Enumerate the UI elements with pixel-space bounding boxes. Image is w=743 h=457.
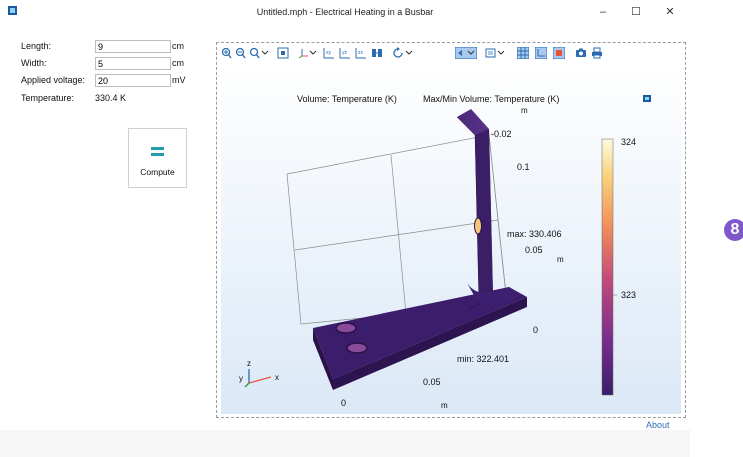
tick-right-1: 0.1 bbox=[517, 162, 530, 172]
temperature-label: Temperature: bbox=[21, 93, 75, 103]
scene-light-icon[interactable] bbox=[455, 47, 477, 59]
length-unit: cm bbox=[172, 41, 184, 51]
length-input[interactable] bbox=[95, 40, 171, 53]
colorbar-top-label: 324 bbox=[621, 137, 636, 147]
compute-button[interactable]: Compute bbox=[128, 128, 187, 188]
triad-x-label: x bbox=[275, 373, 279, 382]
length-label: Length: bbox=[21, 41, 52, 51]
plot-canvas: Volume: Temperature (K) Max/Min Volume: … bbox=[239, 94, 651, 410]
maximize-button[interactable]: ☐ bbox=[623, 3, 649, 21]
plot-title-unit: m bbox=[521, 106, 528, 115]
step-badge: 8 bbox=[724, 219, 743, 241]
view-xy-icon[interactable]: xy bbox=[323, 47, 335, 59]
plot-title-right: Max/Min Volume: Temperature (K) bbox=[423, 94, 559, 104]
temperature-value: 330.4 K bbox=[95, 93, 127, 103]
zoom-out-icon[interactable] bbox=[235, 47, 246, 59]
grid-icon[interactable] bbox=[517, 47, 529, 59]
colorbar bbox=[601, 138, 614, 396]
triad-y-label: y bbox=[239, 374, 243, 383]
zoom-box-icon[interactable] bbox=[249, 47, 269, 59]
rotate-icon[interactable] bbox=[393, 47, 413, 59]
about-link[interactable]: About bbox=[646, 420, 670, 430]
tick-right-2: 0.05 bbox=[525, 245, 543, 255]
svg-text:yz: yz bbox=[342, 50, 348, 56]
minimize-button[interactable]: – bbox=[590, 3, 616, 21]
svg-text:xy: xy bbox=[326, 50, 332, 56]
coordinate-triad: z y x bbox=[239, 359, 279, 388]
camera-icon[interactable] bbox=[575, 47, 587, 59]
close-button[interactable]: ✕ bbox=[657, 3, 683, 21]
status-strip bbox=[0, 430, 690, 457]
plot-area[interactable]: Volume: Temperature (K) Max/Min Volume: … bbox=[221, 65, 681, 414]
max-label: max: 330.406 bbox=[507, 229, 562, 239]
zoom-in-icon[interactable] bbox=[221, 47, 232, 59]
tick-bottom-1: 0 bbox=[341, 398, 346, 408]
voltage-unit: mV bbox=[172, 75, 186, 85]
width-label: Width: bbox=[21, 58, 47, 68]
colorbar-mid-label: 323 bbox=[621, 290, 636, 300]
tick-bottom-0: 0.05 bbox=[423, 377, 441, 387]
equals-icon bbox=[151, 147, 164, 156]
print-icon[interactable] bbox=[591, 47, 603, 59]
compute-label: Compute bbox=[140, 167, 175, 177]
axes-toggle-icon[interactable] bbox=[535, 47, 547, 59]
triad-z-label: z bbox=[247, 359, 251, 368]
plot-title-left: Volume: Temperature (K) bbox=[297, 94, 397, 104]
view-default-icon[interactable] bbox=[371, 47, 383, 59]
window-title: Untitled.mph - Electrical Heating in a B… bbox=[256, 7, 434, 17]
tick-right-3: 0 bbox=[533, 325, 538, 335]
width-unit: cm bbox=[172, 58, 184, 68]
title-bar: Untitled.mph - Electrical Heating in a B… bbox=[0, 0, 690, 24]
zoom-extents-icon[interactable] bbox=[277, 47, 289, 59]
graphics-toolbar: xy yz zx bbox=[217, 43, 685, 63]
view-zx-icon[interactable]: zx bbox=[355, 47, 367, 59]
transparency-icon[interactable] bbox=[485, 47, 507, 59]
render-icon[interactable] bbox=[553, 47, 565, 59]
svg-text:zx: zx bbox=[358, 50, 364, 56]
axis-unit-bottom: m bbox=[441, 401, 448, 410]
busbar-geometry bbox=[313, 109, 527, 390]
graphics-panel: xy yz zx Volume: Temperature (K) Max/Min… bbox=[216, 42, 686, 418]
app-window: Length: cm Width: cm Applied voltage: mV… bbox=[0, 24, 690, 457]
min-label: min: 322.401 bbox=[457, 354, 509, 364]
axis-icon[interactable] bbox=[297, 47, 317, 59]
axis-unit-right: m bbox=[557, 255, 564, 264]
voltage-label: Applied voltage: bbox=[21, 75, 86, 85]
voltage-input[interactable] bbox=[95, 74, 171, 87]
tick-right-0: -0.02 bbox=[491, 129, 512, 139]
width-input[interactable] bbox=[95, 57, 171, 70]
view-yz-icon[interactable]: yz bbox=[339, 47, 351, 59]
